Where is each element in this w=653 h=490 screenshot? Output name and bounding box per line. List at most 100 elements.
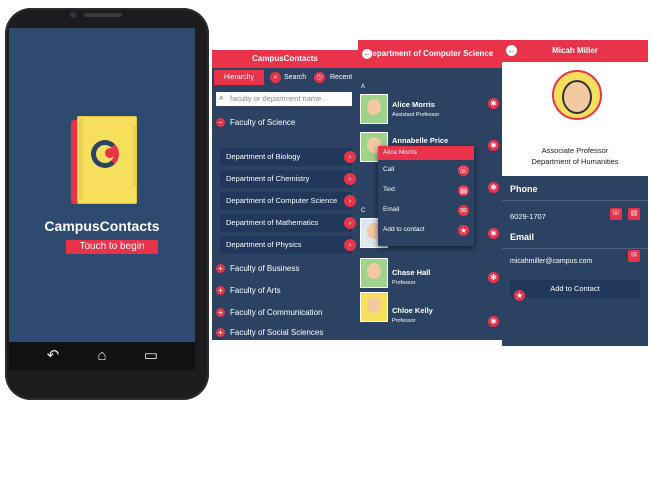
home-icon[interactable]: ⌂ — [92, 347, 112, 365]
dept-label: Department of Biology — [226, 152, 301, 161]
chevron-right-icon: › — [344, 173, 356, 185]
contact-header: ← Micah Miller — [502, 40, 648, 62]
department-header: ← Department of Computer Science — [358, 40, 502, 68]
mail-icon[interactable]: ✉ — [628, 250, 640, 262]
faculty-label: Faculty of Arts — [230, 286, 281, 295]
gear-icon[interactable]: ✱ — [488, 140, 499, 151]
phone-section-label: Phone — [510, 184, 538, 194]
hierarchy-header: CampusContacts — [212, 50, 358, 68]
contact-role: Professor — [392, 318, 416, 324]
popup-call[interactable]: Call — [383, 166, 394, 173]
mail-icon: ✉ — [458, 205, 469, 216]
clock-icon[interactable]: ◷ — [314, 72, 325, 83]
star-icon: ★ — [514, 290, 525, 301]
gear-icon[interactable]: ✱ — [488, 228, 499, 239]
search-placeholder: faculty or department name — [230, 94, 322, 103]
popup-title: Alice Morris — [378, 146, 474, 160]
popup-add-contact[interactable]: Add to contact — [383, 226, 425, 233]
tab-hierarchy[interactable]: Hierarchy — [214, 70, 264, 85]
phone-icon: ☏ — [458, 165, 469, 176]
gear-icon[interactable]: ✱ — [488, 98, 499, 109]
back-arrow-icon[interactable]: ← — [362, 49, 372, 59]
profile-card: Associate Professor Department of Humani… — [502, 62, 648, 176]
popup-text[interactable]: Text — [383, 186, 395, 193]
message-icon[interactable]: ▤ — [628, 208, 640, 220]
contact-name[interactable]: Alice Morris — [392, 100, 435, 109]
collapse-icon: − — [216, 118, 225, 128]
back-arrow-icon[interactable]: ← — [506, 45, 517, 56]
touch-to-begin-button[interactable]: Touch to begin — [66, 240, 158, 254]
faculty-science-row[interactable]: − Faculty of Science — [216, 118, 296, 128]
contact-title: Micah Miller — [552, 46, 598, 55]
faculty-science-label: Faculty of Science — [230, 118, 296, 127]
avatar — [360, 258, 388, 288]
app-title: CampusContacts — [44, 218, 160, 234]
search-field-icon: ⌕ — [219, 93, 224, 102]
tab-recent[interactable]: Recent — [330, 70, 352, 85]
chevron-right-icon: › — [344, 151, 356, 163]
faculty-label: Faculty of Communication — [230, 308, 323, 317]
tab-search[interactable]: Search — [284, 70, 306, 85]
phone-speaker — [84, 13, 122, 17]
gear-icon[interactable]: ✱ — [488, 272, 499, 283]
profile-position: Associate Professor — [541, 146, 609, 155]
back-icon[interactable]: ↶ — [43, 347, 63, 365]
faculty-social-row[interactable]: + Faculty of Social Sciences — [216, 328, 324, 338]
phone-camera — [70, 12, 76, 18]
dept-label: Department of Computer Science — [226, 196, 338, 205]
dept-chemistry[interactable]: Department of Chemistry › — [220, 170, 356, 188]
divider — [502, 248, 648, 249]
avatar — [360, 292, 388, 322]
divider — [502, 200, 648, 201]
message-icon: ▤ — [458, 185, 469, 196]
phone-nav-bar: ↶ ⌂ ▭ — [9, 342, 195, 370]
dept-label: Department of Physics — [226, 240, 302, 249]
search-field[interactable]: ⌕ faculty or department name — [216, 92, 352, 106]
popup-email[interactable]: Email — [383, 206, 399, 213]
avatar — [360, 94, 388, 124]
faculty-business-row[interactable]: + Faculty of Business — [216, 264, 300, 274]
expand-icon: + — [216, 308, 225, 318]
gear-icon[interactable]: ✱ — [488, 182, 499, 193]
phone-number[interactable]: 6029-1707 — [510, 212, 546, 221]
section-header-c: C — [361, 208, 366, 214]
profile-department: Department of Humanities — [531, 157, 619, 166]
contact-role: Professor — [392, 280, 416, 286]
call-icon[interactable]: ☏ — [610, 208, 622, 220]
section-header-a: A — [361, 84, 366, 90]
faculty-label: Faculty of Social Sciences — [230, 328, 324, 337]
expand-icon: + — [216, 328, 225, 338]
department-panel: ← Department of Computer Science A C Ali… — [358, 40, 502, 340]
chevron-right-icon: › — [344, 239, 356, 251]
email-section-label: Email — [510, 232, 535, 242]
contact-name[interactable]: Chloe Kelly — [392, 306, 433, 315]
contact-detail-panel: ← Micah Miller Associate Professor Depar… — [502, 40, 648, 346]
department-title: Department of Computer Science — [366, 49, 494, 58]
contact-name[interactable]: Annabelle Price — [392, 136, 448, 145]
chevron-right-icon: › — [344, 217, 356, 229]
app-logo-icon — [71, 116, 137, 204]
email-address[interactable]: micahmiller@campus.com — [510, 258, 592, 265]
contact-role: Assistant Professor — [392, 112, 440, 118]
contact-name[interactable]: Chase Hall — [392, 268, 430, 277]
star-icon: ★ — [458, 225, 469, 236]
hierarchy-panel: CampusContacts Hierarchy ⌕ Search ◷ Rece… — [212, 50, 358, 340]
dept-mathematics[interactable]: Department of Mathematics › — [220, 214, 356, 232]
expand-icon: + — [216, 286, 225, 296]
search-icon[interactable]: ⌕ — [270, 72, 281, 83]
recent-apps-icon[interactable]: ▭ — [141, 347, 161, 365]
faculty-communication-row[interactable]: + Faculty of Communication — [216, 308, 323, 318]
profile-avatar — [552, 70, 602, 120]
dept-biology[interactable]: Department of Biology › — [220, 148, 356, 166]
gear-icon[interactable]: ✱ — [488, 316, 499, 327]
dept-computer-science[interactable]: Department of Computer Science › — [220, 192, 356, 210]
faculty-arts-row[interactable]: + Faculty of Arts — [216, 286, 281, 296]
dept-label: Department of Mathematics — [226, 218, 319, 227]
chevron-right-icon: › — [344, 195, 356, 207]
splash-screen[interactable] — [9, 28, 195, 342]
dept-physics[interactable]: Department of Physics › — [220, 236, 356, 254]
add-to-contact-button[interactable]: Add to Contact — [510, 280, 640, 298]
dept-label: Department of Chemistry — [226, 174, 310, 183]
contact-action-popup: Alice Morris Call Text Email Add to cont… — [378, 146, 474, 246]
faculty-label: Faculty of Business — [230, 264, 300, 273]
